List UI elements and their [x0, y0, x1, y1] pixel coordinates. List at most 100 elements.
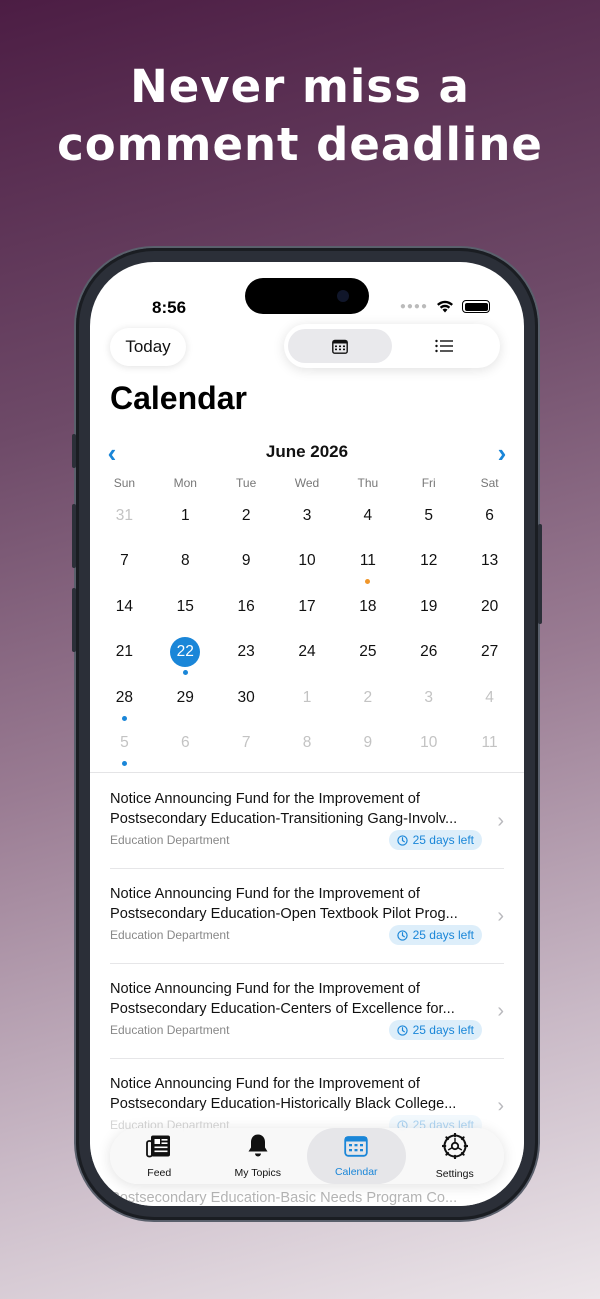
day-number: 6 [180, 733, 190, 751]
day-cell[interactable]: 10 [398, 721, 459, 766]
volume-up-button [72, 504, 76, 568]
day-number: 24 [298, 643, 316, 661]
list-icon [435, 339, 453, 353]
weekday-label: Fri [421, 476, 436, 490]
tab-settings[interactable]: Settings [406, 1128, 505, 1184]
day-cell[interactable]: 30 [216, 676, 277, 721]
document-row[interactable]: Notice Announcing Fund for the Improveme… [90, 964, 524, 1059]
weekday-label: Mon [173, 476, 197, 490]
day-number: 21 [115, 643, 134, 661]
document-title-line: Postsecondary Education-Transitioning Ga… [110, 811, 458, 827]
day-cell[interactable]: 6 [155, 721, 216, 766]
deadline-text: 25 days left [412, 928, 474, 942]
day-cell[interactable]: 10 [277, 539, 338, 584]
day-number: 5 [120, 733, 129, 751]
day-number: 3 [424, 688, 434, 706]
day-cell[interactable]: 5 [94, 721, 155, 766]
next-month-button[interactable]: › [488, 438, 516, 468]
day-cell[interactable]: 13 [459, 539, 520, 584]
day-number: 19 [420, 597, 438, 615]
tab-feed[interactable]: Feed [110, 1128, 209, 1184]
list-view-option[interactable] [392, 329, 496, 363]
day-number: 22 [170, 637, 201, 668]
day-cell[interactable]: 2 [337, 676, 398, 721]
signal-icon: ●●●● [399, 301, 428, 312]
day-cell[interactable]: 24 [277, 630, 338, 675]
tab-calendar[interactable]: Calendar [307, 1128, 406, 1184]
calendar-icon [344, 1135, 368, 1162]
day-number: 25 [359, 643, 377, 661]
view-toggle[interactable] [284, 324, 500, 368]
day-cell[interactable]: 23 [216, 630, 277, 675]
deadline-marker [182, 670, 188, 676]
day-cell[interactable]: 2 [216, 494, 277, 539]
day-cell[interactable]: 11 [459, 721, 520, 766]
day-cell[interactable]: 29 [155, 676, 216, 721]
day-number: 17 [298, 597, 316, 615]
day-cell[interactable]: 4 [337, 494, 398, 539]
day-cell[interactable]: 25 [337, 630, 398, 675]
day-cell[interactable]: 28 [94, 676, 155, 721]
day-cell[interactable]: 27 [459, 630, 520, 675]
weekday-label: Sat [480, 476, 499, 490]
document-row[interactable]: Notice Announcing Fund for the Improveme… [90, 774, 524, 869]
day-number: 20 [480, 597, 499, 615]
tab-my-topics[interactable]: My Topics [209, 1128, 308, 1184]
calendar-grid-icon [332, 339, 348, 354]
selected-day-cell[interactable]: 22 [155, 630, 216, 676]
day-cell[interactable]: 9 [216, 539, 277, 584]
month-navigation: ‹ June 2026 › [90, 438, 524, 468]
headline: Never miss a comment deadline [0, 58, 600, 174]
day-cell[interactable]: 17 [277, 585, 338, 630]
clock-icon [396, 1024, 408, 1036]
day-cell[interactable]: 26 [398, 630, 459, 675]
calendar-week: 7 8 9 10 11 12 13 [94, 539, 520, 585]
day-cell[interactable]: 8 [155, 539, 216, 584]
day-cell[interactable]: 11 [337, 539, 398, 585]
day-cell[interactable]: 1 [155, 494, 216, 539]
today-button[interactable]: Today [110, 328, 186, 366]
day-cell[interactable]: 3 [277, 494, 338, 539]
day-number: 3 [302, 507, 312, 524]
day-number: 6 [485, 507, 494, 524]
day-cell[interactable]: 5 [398, 494, 459, 539]
day-cell[interactable]: 4 [459, 676, 520, 721]
day-cell[interactable]: 6 [459, 494, 520, 539]
tab-bar: Feed My Topics Calendar Settings [110, 1128, 504, 1184]
day-cell[interactable]: 9 [337, 721, 398, 766]
day-cell[interactable]: 18 [337, 585, 398, 630]
day-cell[interactable]: 1 [277, 676, 338, 721]
day-number: 1 [302, 688, 312, 706]
day-cell[interactable]: 8 [277, 721, 338, 766]
day-number: 23 [237, 643, 255, 661]
calendar-view-option[interactable] [288, 329, 392, 363]
day-cell[interactable]: 31 [94, 494, 155, 539]
day-number: 30 [237, 688, 255, 706]
weekday-label: Thu [357, 476, 379, 490]
document-title-line: Postsecondary Education-Open Textbook Pi… [110, 906, 458, 922]
day-cell[interactable]: 20 [459, 585, 520, 630]
day-cell[interactable]: 7 [94, 539, 155, 584]
action-button [72, 434, 76, 468]
weekday-label: Wed [294, 476, 320, 490]
day-number: 4 [485, 688, 494, 706]
calendar-week: 21 22 23 24 25 26 27 [94, 630, 520, 676]
document-row[interactable]: Notice Announcing Fund for the Improveme… [90, 869, 524, 964]
document-title-line: Notice Announcing Fund for the Improveme… [110, 1076, 420, 1092]
day-cell[interactable]: 21 [94, 630, 155, 675]
day-number: 29 [176, 688, 194, 706]
agency-label: Education Department [110, 1023, 230, 1037]
deadline-marker [121, 715, 127, 721]
weekday-header: Sun Mon Tue Wed Thu Fri Sat [94, 476, 520, 490]
day-cell[interactable]: 15 [155, 585, 216, 630]
day-cell[interactable]: 3 [398, 676, 459, 721]
day-cell[interactable]: 14 [94, 585, 155, 630]
day-cell[interactable]: 16 [216, 585, 277, 630]
day-number: 2 [363, 688, 373, 706]
headline-line-2: comment deadline [57, 118, 543, 171]
day-cell[interactable]: 19 [398, 585, 459, 630]
day-cell[interactable]: 12 [398, 539, 459, 584]
deadline-marker [365, 579, 371, 585]
day-cell[interactable]: 7 [216, 721, 277, 766]
newspaper-icon [146, 1134, 172, 1163]
